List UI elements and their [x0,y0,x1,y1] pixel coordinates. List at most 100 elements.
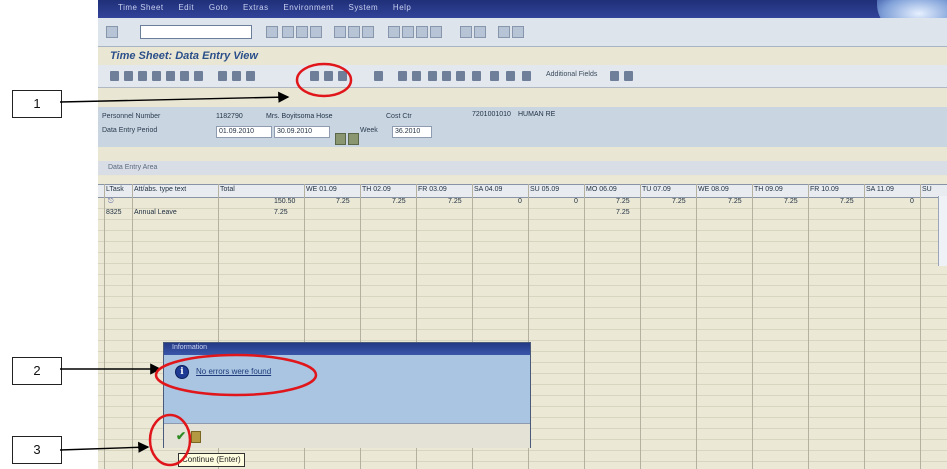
table-cell[interactable]: 7.25 [616,209,630,216]
shortcut-icon[interactable] [474,26,486,38]
header-area: Personnel Number 1182790 Mrs. Boyitsoma … [98,107,947,147]
toolbar-icon-17[interactable] [428,71,437,81]
toolbar-icon-14[interactable] [374,71,383,81]
col-fr-0309: FR 03.09 [418,186,447,193]
att-abs-type-cell[interactable]: Annual Leave [134,209,177,216]
dialog-title-bar: Information [164,343,530,355]
check-icon[interactable] [310,71,319,81]
col-su-0509: SU 05.09 [530,186,560,193]
toolbar-icon-18[interactable] [442,71,451,81]
dialog-title: Information [172,344,208,351]
cancel-icon[interactable] [310,26,322,38]
dialog-footer: ✔ [164,423,530,448]
col-sa-0409: SA 04.09 [474,186,503,193]
find-next-icon[interactable] [362,26,374,38]
col-att-abs-type-text: Att/abs. type text [134,186,187,193]
grid-line [132,184,133,469]
first-page-icon[interactable] [388,26,400,38]
ltask-cell[interactable]: 8325 [106,209,122,216]
col-th-0209: TH 02.09 [362,186,391,193]
total-cell: 150.50 [274,198,296,205]
next-page-icon[interactable] [416,26,428,38]
customize-layout-icon[interactable] [512,26,524,38]
toolbar-icon-19[interactable] [456,71,465,81]
menu-system[interactable]: System [349,3,379,12]
enter-icon[interactable] [106,26,118,38]
tab-data-entry-area[interactable]: Data Entry Area [108,164,157,171]
menu-extras[interactable]: Extras [243,3,269,12]
grid-line [640,184,641,469]
toolbar-icon-3[interactable] [138,71,147,81]
info-icon: i [175,365,189,379]
help-icon[interactable] [498,26,510,38]
exit-icon[interactable] [296,26,308,38]
col-total: Total [220,186,235,193]
toolbar-icon-7[interactable] [194,71,203,81]
table-cell: 7.25 [840,198,854,205]
week-field[interactable]: 36.2010 [392,126,432,138]
period-to-field[interactable]: 30.09.2010 [274,126,330,138]
previous-period-icon[interactable] [335,133,346,145]
new-session-icon[interactable] [460,26,472,38]
toolbar-icon-16[interactable] [412,71,421,81]
col-th-0909: TH 09.09 [754,186,783,193]
grid-line [104,184,105,469]
col-fr-1009: FR 10.09 [810,186,839,193]
toolbar-icon-21[interactable] [490,71,499,81]
table-cell: 7.25 [616,198,630,205]
toolbar-icon-25[interactable] [624,71,633,81]
grid-line [920,184,921,469]
period-from-field[interactable]: 01.09.2010 [216,126,272,138]
title-bar: Time Sheet Edit Goto Extras Environment … [98,0,947,34]
toolbar-icon-9[interactable] [232,71,241,81]
col-ltask: LTask [106,186,124,193]
toolbar-icon-20[interactable] [472,71,481,81]
menu-time-sheet[interactable]: Time Sheet [118,3,164,12]
menu-edit[interactable]: Edit [178,3,194,12]
find-icon[interactable] [348,26,360,38]
col-we-0109: WE 01.09 [306,186,337,193]
toolbar-icon-8[interactable] [218,71,227,81]
menu-goto[interactable]: Goto [209,3,228,12]
toolbar-icon-1[interactable] [110,71,119,81]
toolbar-icon-2[interactable] [124,71,133,81]
data-entry-period-label: Data Entry Period [102,127,158,134]
previous-page-icon[interactable] [402,26,414,38]
back-icon[interactable] [282,26,294,38]
toolbar-icon-4[interactable] [152,71,161,81]
release-icon[interactable] [324,71,333,81]
menu-environment[interactable]: Environment [283,3,333,12]
menu-bar: Time Sheet Edit Goto Extras Environment … [118,3,423,12]
dialog-secondary-icon[interactable] [191,431,201,443]
vertical-scrollbar[interactable] [938,196,947,266]
col-we-0809: WE 08.09 [698,186,729,193]
tab-strip: Data Entry Area [98,161,947,175]
dialog-message: No errors were found [196,367,272,376]
toolbar-icon-23[interactable] [522,71,531,81]
grid-line [864,184,865,469]
col-mo-0609: MO 06.09 [586,186,617,193]
last-page-icon[interactable] [430,26,442,38]
toolbar-icon-24[interactable] [610,71,619,81]
toolbar-icon-22[interactable] [506,71,515,81]
toolbar-icon-13[interactable] [338,71,347,81]
print-icon[interactable] [334,26,346,38]
toolbar-icon-15[interactable] [398,71,407,81]
table-cell: 0 [518,198,522,205]
toolbar-icon-5[interactable] [166,71,175,81]
grid-line [696,184,697,469]
grid-line [752,184,753,469]
command-field[interactable] [140,25,252,39]
information-dialog: Information i No errors were found ✔ [163,342,531,448]
additional-fields-button[interactable]: Additional Fields [546,71,597,78]
save-icon[interactable] [266,26,278,38]
standard-toolbar [98,18,947,47]
toolbar-icon-10[interactable] [246,71,255,81]
table-cell: 7.25 [672,198,686,205]
next-period-icon[interactable] [348,133,359,145]
menu-help[interactable]: Help [393,3,411,12]
toolbar-icon-6[interactable] [180,71,189,81]
week-label: Week [360,127,378,134]
continue-checkmark-icon[interactable]: ✔ [176,429,186,443]
table-cell: 7.25 [784,198,798,205]
